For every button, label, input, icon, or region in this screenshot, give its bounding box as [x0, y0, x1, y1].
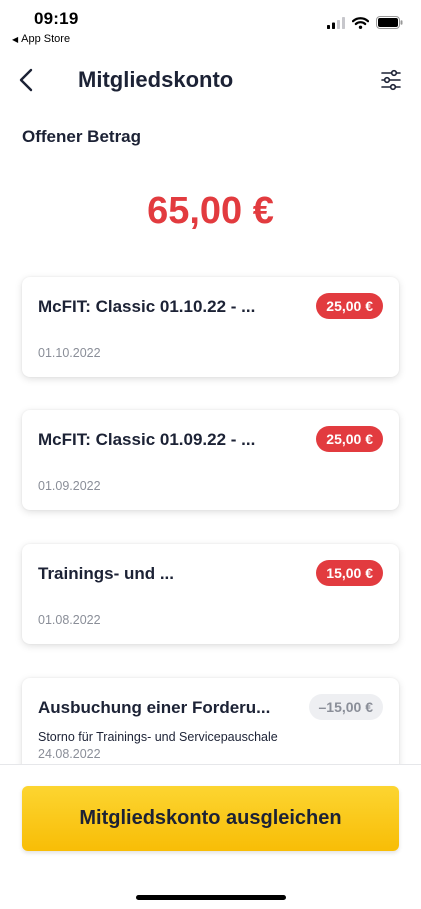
back-app-label: App Store [21, 33, 71, 45]
wifi-icon [352, 16, 369, 29]
back-triangle-icon: ◀ [12, 34, 19, 44]
transaction-card[interactable]: McFIT: Classic 01.10.22 - ... 25,00 € 01… [22, 277, 399, 377]
chevron-left-icon [19, 68, 33, 92]
filter-button[interactable] [379, 68, 403, 92]
transaction-subtitle: Storno für Trainings- und Servicepauscha… [38, 730, 278, 744]
open-amount-value: 65,00 € [147, 190, 274, 232]
transaction-card[interactable]: Trainings- und ... 15,00 € 01.08.2022 [22, 544, 399, 644]
page-title: Mitgliedskonto [78, 67, 234, 92]
status-bar: 09:19 ◀ App Store [0, 0, 421, 52]
cellular-signal-icon [327, 16, 345, 29]
transaction-title: Ausbuchung einer Forderu... [38, 698, 271, 717]
transaction-title: McFIT: Classic 01.09.22 - ... [38, 430, 256, 449]
member-account-screen: 09:19 ◀ App Store Mitgliedskonto Offener… [0, 0, 421, 909]
back-to-app-link[interactable]: ◀ App Store [12, 33, 70, 45]
transaction-amount-badge: 15,00 € [316, 560, 383, 586]
transaction-date: 24.08.2022 [38, 747, 101, 761]
home-indicator[interactable] [136, 895, 286, 900]
battery-icon [376, 16, 403, 29]
transaction-title: Trainings- und ... [38, 564, 174, 583]
transaction-date: 01.09.2022 [38, 479, 101, 493]
transaction-date: 01.08.2022 [38, 613, 101, 627]
status-time: 09:19 [34, 9, 79, 28]
nav-bar: Mitgliedskonto [0, 56, 421, 104]
status-icons [327, 16, 403, 29]
transaction-amount-badge: –15,00 € [308, 694, 383, 720]
transaction-amount-badge: 25,00 € [316, 426, 383, 452]
transaction-title: McFIT: Classic 01.10.22 - ... [38, 297, 256, 316]
sliders-icon [381, 69, 401, 91]
back-button[interactable] [12, 64, 40, 96]
transaction-date: 01.10.2022 [38, 346, 101, 360]
transaction-amount-badge: 25,00 € [316, 293, 383, 319]
transaction-card[interactable]: McFIT: Classic 01.09.22 - ... 25,00 € 01… [22, 410, 399, 510]
settle-account-button[interactable]: Mitgliedskonto ausgleichen [22, 786, 399, 851]
open-amount-label: Offener Betrag [22, 127, 142, 146]
